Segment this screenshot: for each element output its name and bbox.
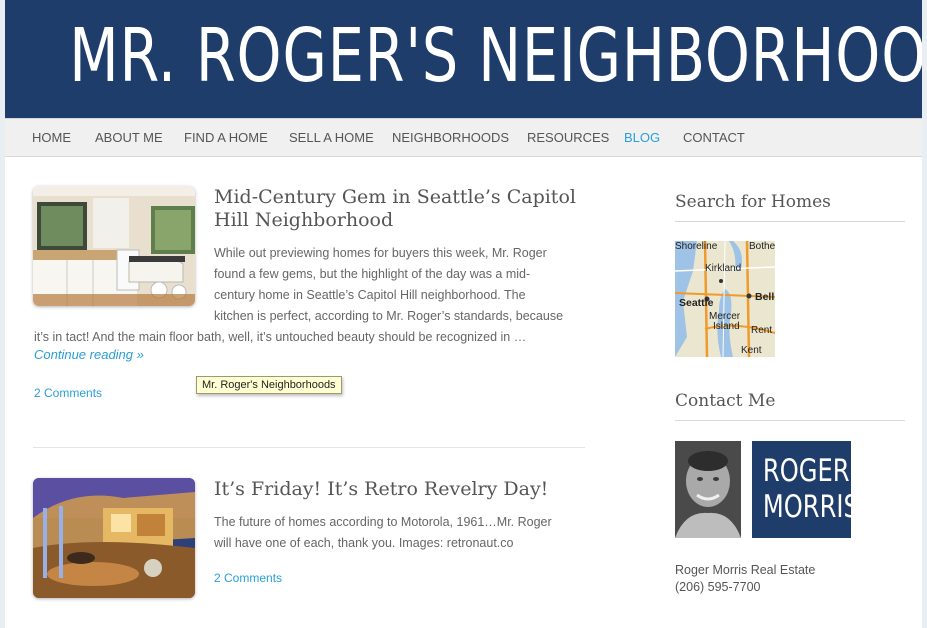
post-excerpt-1-line-4: kitchen is perfect, according to Mr. Rog… <box>214 309 564 323</box>
nav-item-blog[interactable]: BLOG <box>624 130 660 145</box>
post-excerpt-2-line-2: will have one of each, thank you. Images… <box>214 536 514 550</box>
contact-widget-title: Contact Me <box>675 391 776 411</box>
map-label-kirkland: Kirkland <box>705 263 742 274</box>
roger-morris-logo[interactable]: ROGER MORRIS <box>752 441 859 538</box>
map-label-seattle: Seattle <box>679 297 714 309</box>
kitchen-image <box>33 186 195 306</box>
post-title-2[interactable]: It’s Friday! It’s Retro Revelry Day! <box>214 478 594 501</box>
main-nav: HOME ABOUT ME FIND A HOME SELL A HOME NE… <box>5 118 922 157</box>
company-name: Roger Morris Real Estate <box>675 563 816 577</box>
nav-item-home[interactable]: HOME <box>32 130 71 145</box>
map-label-bothell: Bothe <box>749 241 775 252</box>
map-label-shoreline: Shoreline <box>675 241 718 252</box>
nav-item-neighborhoods[interactable]: NEIGHBORHOODS <box>392 130 509 145</box>
map-label-bellevue: Bell <box>755 291 775 303</box>
agent-photo[interactable] <box>675 441 741 538</box>
nav-item-contact[interactable]: CONTACT <box>683 130 745 145</box>
map-label-renton: Rent <box>751 325 773 336</box>
logo-line-1: ROGER <box>762 453 850 489</box>
retro-home-image <box>33 478 195 598</box>
post-title-1[interactable]: Mid-Century Gem in Seattle’s Capitol Hil… <box>214 186 584 232</box>
nav-item-sell-a-home[interactable]: SELL A HOME <box>289 130 374 145</box>
phone-number[interactable]: (206) 595-7700 <box>675 580 760 594</box>
post-excerpt-1-line-3: century home in Seattle’s Capitol Hill n… <box>214 288 526 302</box>
search-map[interactable]: Shoreline Bothe Kirkland Seattle Bell Me… <box>675 241 775 357</box>
logo-line-2: MORRIS <box>762 489 859 525</box>
post-1-comments-link[interactable]: 2 Comments <box>34 386 102 400</box>
site-header[interactable]: MR. ROGER'S NEIGHBORHOODS <box>5 0 922 118</box>
widget-divider <box>675 221 905 222</box>
tooltip: Mr. Roger's Neighborhoods <box>196 376 342 394</box>
nav-item-resources[interactable]: RESOURCES <box>527 130 609 145</box>
continue-reading-link[interactable]: Continue reading » <box>34 347 144 362</box>
post-excerpt-1-line-1: While out previewing homes for buyers th… <box>214 246 547 260</box>
map-label-island: Island <box>713 321 740 332</box>
post-excerpt-2-line-1: The future of homes according to Motorol… <box>214 515 552 529</box>
post-thumbnail-kitchen[interactable] <box>33 186 195 306</box>
agent-portrait-image <box>675 441 741 538</box>
map-label-kent: Kent <box>741 345 762 356</box>
post-2-comments-link[interactable]: 2 Comments <box>214 571 282 585</box>
post-excerpt-1-line-5: it’s in tact! And the main floor bath, w… <box>34 330 527 344</box>
post-divider <box>33 447 585 448</box>
post-excerpt-1-line-2: found a few gems, but the highlight of t… <box>214 267 531 281</box>
site-title[interactable]: MR. ROGER'S NEIGHBORHOODS <box>69 6 922 106</box>
widget-divider <box>675 420 905 421</box>
search-homes-widget-title: Search for Homes <box>675 192 831 212</box>
post-thumbnail-retro[interactable] <box>33 478 195 598</box>
nav-item-find-a-home[interactable]: FIND A HOME <box>184 130 268 145</box>
page-frame: MR. ROGER'S NEIGHBORHOODS HOME ABOUT ME … <box>5 0 922 628</box>
nav-item-about-me[interactable]: ABOUT ME <box>95 130 163 145</box>
